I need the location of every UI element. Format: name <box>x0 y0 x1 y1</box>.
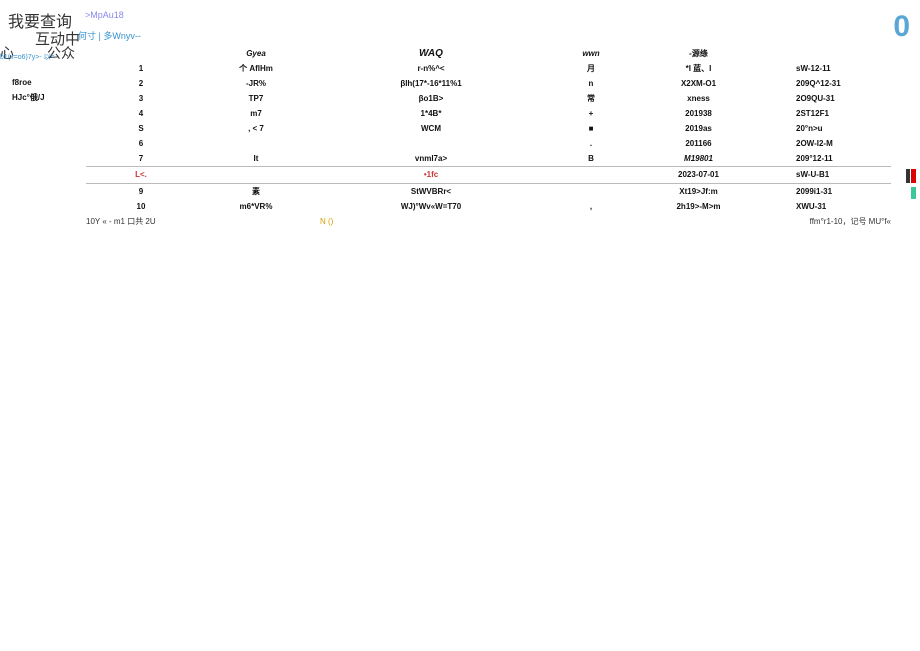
side-marker-red <box>911 169 916 183</box>
col-header: WAQ <box>316 46 546 61</box>
table-row[interactable]: 7Itvnml7a>BM19801209°12-11 <box>86 151 891 166</box>
col-header <box>761 46 891 61</box>
col-header <box>86 46 196 61</box>
col-header: Gyea <box>196 46 316 61</box>
sidebar-item[interactable]: f8roe <box>12 75 45 90</box>
page-nav[interactable]: N () <box>316 214 546 229</box>
sidebar-items: f8roe HJc°俄/J <box>12 75 45 105</box>
header-controls[interactable]: 何寸 | 多Wnyv-- <box>78 29 141 42</box>
table-footer: 10Y « - m1 口共 2U N () ffm°r1-10，记号 MU°f« <box>86 214 891 229</box>
data-table: Gyea WAQ wwn -源绦 1个 AflHmr-n%^<月*I 蓝、IsW… <box>86 46 881 229</box>
table-row-highlight[interactable]: L<.•1fc2023-07-01sW-U-B1 <box>86 166 891 183</box>
sidebar-item[interactable]: HJc°俄/J <box>12 90 45 105</box>
counter-badge: 0 <box>893 10 910 44</box>
table-row[interactable]: 2-JR%βIh(17*-16*11%1nX2XM-O1209Q^12-31 <box>86 76 891 91</box>
side-marker-green <box>911 187 916 199</box>
table-row[interactable]: 6.2011662OW-I2-M <box>86 136 891 151</box>
table-row[interactable]: 9素StWVBRr<Xt19>Jf:m2099i1-31 <box>86 183 891 199</box>
small-header[interactable]: b1(x=o6)7y>- 以< <box>0 54 55 62</box>
breadcrumb[interactable]: >MpAu18 <box>85 10 124 20</box>
side-marker-dark <box>906 169 910 183</box>
table-row[interactable]: 1个 AflHmr-n%^<月*I 蓝、IsW-12-11 <box>86 61 891 76</box>
page-info: 10Y « - m1 口共 2U <box>86 214 316 229</box>
table-row[interactable]: 4m71*4B*+2019382ST12F1 <box>86 106 891 121</box>
col-header: wwn <box>546 46 636 61</box>
table-row[interactable]: 10m6*VR%WJ)°Wv«W=T70,2h19>-M>mXWU-31 <box>86 199 891 214</box>
table-row[interactable]: 3TP7βo1B>常xness2O9QU-31 <box>86 91 891 106</box>
record-count: ffm°r1-10，记号 MU°f« <box>761 214 891 229</box>
col-header: -源绦 <box>636 46 761 61</box>
table-header-row: Gyea WAQ wwn -源绦 <box>86 46 891 61</box>
table-row[interactable]: S, < 7WCM■2019as20°n>u <box>86 121 891 136</box>
